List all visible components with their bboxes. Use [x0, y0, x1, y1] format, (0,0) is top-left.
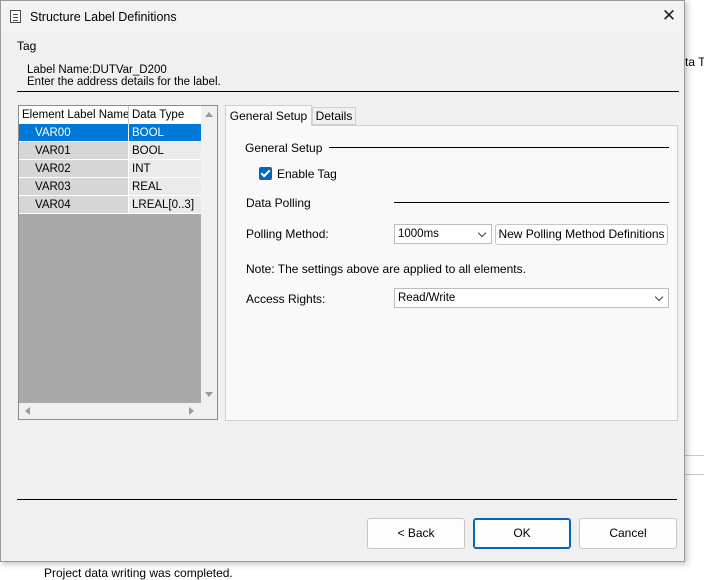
structure-label-dialog: Structure Label Definitions ✕ Tag Label … — [0, 0, 685, 562]
section-separator — [394, 202, 669, 203]
scroll-up-icon[interactable] — [205, 112, 213, 117]
back-button[interactable]: < Back — [367, 518, 465, 549]
polling-method-label: Polling Method: — [246, 227, 329, 241]
element-name-cell: VAR04 — [19, 196, 129, 214]
scroll-right-icon[interactable] — [189, 407, 194, 415]
scroll-down-icon[interactable] — [205, 392, 213, 397]
element-name-cell: VAR02 — [19, 160, 129, 178]
cancel-button[interactable]: Cancel — [579, 518, 677, 549]
chevron-down-icon — [654, 292, 664, 302]
table-row[interactable]: VAR04 LREAL[0..3] — [19, 196, 202, 214]
header-separator — [17, 91, 679, 92]
data-type-cell: LREAL[0..3] — [129, 196, 202, 214]
enable-tag-label[interactable]: Enable Tag — [277, 167, 337, 181]
new-polling-method-button[interactable]: New Polling Method Definitions — [495, 224, 668, 245]
section-general-setup: General Setup — [245, 141, 323, 155]
element-name-cell: VAR00 — [19, 124, 129, 142]
tab-general-setup[interactable]: General Setup — [225, 105, 312, 126]
settings-note: Note: The settings above are applied to … — [246, 262, 526, 276]
section-separator — [329, 147, 669, 148]
dialog-title: Structure Label Definitions — [30, 10, 177, 24]
element-name-cell: VAR01 — [19, 142, 129, 160]
label-name-text: Label Name:DUTVar_D200 — [27, 64, 167, 76]
instruction-text: Enter the address details for the label. — [27, 76, 221, 88]
table-row[interactable]: VAR00 BOOL — [19, 124, 202, 142]
polling-method-select[interactable]: 1000ms — [394, 224, 492, 244]
background-status-message: Project data writing was completed. — [44, 566, 233, 580]
dialog-titlebar[interactable]: Structure Label Definitions ✕ — [1, 1, 684, 31]
table-row[interactable]: VAR03 REAL — [19, 178, 202, 196]
column-header-data-type[interactable]: Data Type — [129, 106, 202, 124]
grid-vertical-scrollbar[interactable] — [201, 106, 217, 403]
close-button[interactable]: ✕ — [654, 1, 684, 31]
document-icon — [10, 10, 21, 23]
access-rights-select[interactable]: Read/Write — [394, 288, 669, 308]
grid-header: Element Label Name Data Type — [19, 106, 202, 125]
data-type-cell: BOOL — [129, 142, 202, 160]
access-rights-label: Access Rights: — [246, 292, 326, 306]
element-grid: Element Label Name Data Type VAR00 BOOL … — [18, 105, 218, 420]
ok-button[interactable]: OK — [473, 518, 571, 549]
chevron-down-icon — [477, 228, 487, 238]
enable-tag-checkbox[interactable] — [259, 167, 272, 180]
scroll-left-icon[interactable] — [25, 407, 30, 415]
background-right-fragment: ta T — [685, 55, 704, 69]
scrollbar-corner — [201, 403, 217, 419]
tab-details[interactable]: Details — [312, 107, 356, 125]
table-row[interactable]: VAR02 INT — [19, 160, 202, 178]
section-data-polling: Data Polling — [246, 196, 311, 210]
column-header-element-label-name[interactable]: Element Label Name — [19, 106, 129, 124]
data-type-cell: BOOL — [129, 124, 202, 142]
tag-section-label: Tag — [17, 39, 37, 53]
data-type-cell: INT — [129, 160, 202, 178]
element-name-cell: VAR03 — [19, 178, 129, 196]
access-rights-value: Read/Write — [398, 292, 456, 304]
close-icon: ✕ — [661, 6, 677, 25]
table-row[interactable]: VAR01 BOOL — [19, 142, 202, 160]
grid-horizontal-scrollbar[interactable] — [19, 403, 202, 419]
polling-method-value: 1000ms — [398, 228, 439, 240]
data-type-cell: REAL — [129, 178, 202, 196]
footer-separator — [17, 499, 677, 500]
